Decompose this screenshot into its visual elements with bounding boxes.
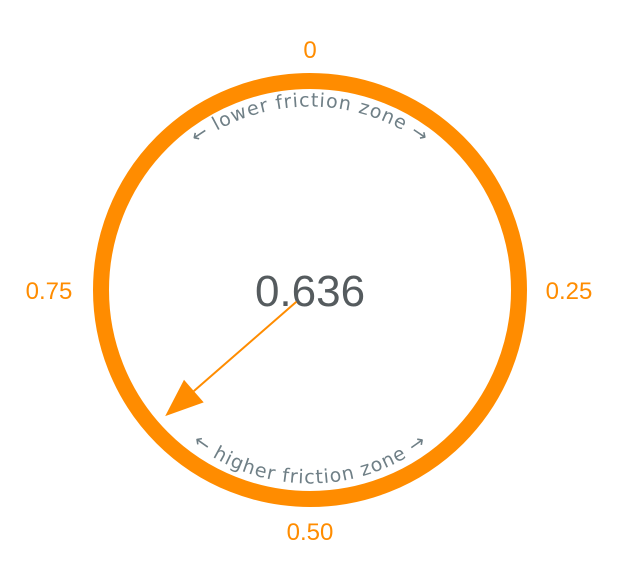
gauge-needle bbox=[165, 301, 298, 417]
tick-label-bottom: 0.50 bbox=[287, 519, 334, 546]
needle-arrowhead bbox=[165, 379, 204, 417]
tick-label-left: 0.75 bbox=[26, 278, 73, 305]
tick-label-right: 0.25 bbox=[546, 278, 593, 305]
tick-label-top: 0 bbox=[303, 37, 316, 64]
needle-shaft bbox=[193, 301, 298, 392]
friction-gauge: 0 0.25 0.50 0.75 ← lower friction zone →… bbox=[26, 37, 593, 546]
value-readout: 0.636 bbox=[255, 267, 365, 316]
